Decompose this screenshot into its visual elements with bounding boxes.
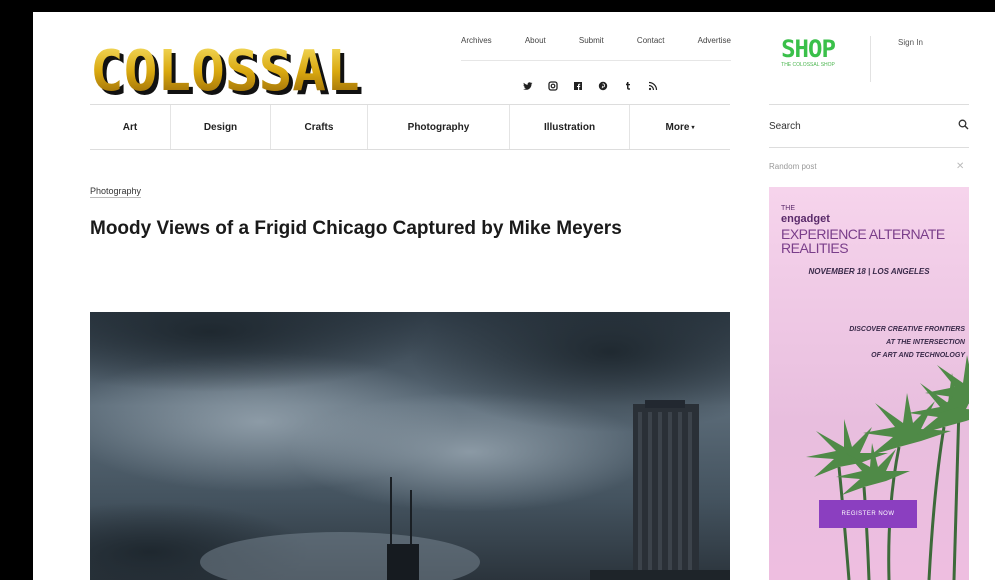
register-now-button[interactable]: REGISTER NOW — [819, 500, 917, 528]
header-divider — [870, 36, 871, 82]
category-illustration[interactable]: Illustration — [509, 105, 629, 149]
facebook-icon[interactable] — [573, 81, 583, 94]
top-nav-divider — [461, 60, 731, 61]
tumblr-icon[interactable] — [623, 81, 633, 94]
ad-body-line: OF ART AND TECHNOLOGY — [871, 352, 965, 359]
category-art[interactable]: Art — [90, 105, 170, 149]
logo-text: COLOSSAL — [90, 39, 360, 102]
category-label: Design — [203, 121, 238, 133]
category-photography[interactable]: Photography — [367, 105, 509, 149]
category-crafts[interactable]: Crafts — [270, 105, 367, 149]
top-nav-advertise[interactable]: Advertise — [698, 36, 731, 45]
search-input[interactable] — [769, 120, 929, 132]
instagram-icon[interactable] — [548, 81, 558, 94]
search-bar — [769, 104, 969, 148]
category-label: Crafts — [304, 121, 334, 133]
shop-subtitle: THE COLOSSAL SHOP — [781, 62, 835, 68]
article-hero-image — [90, 312, 730, 580]
sign-in-link[interactable]: Sign In — [898, 38, 923, 47]
shop-link[interactable]: SHOP THE COLOSSAL SHOP — [768, 36, 848, 69]
close-icon[interactable]: ✕ — [956, 161, 964, 172]
top-nav-about[interactable]: About — [525, 36, 546, 45]
ad-body: DISCOVER CREATIVE FRONTIERS AT THE INTER… — [769, 323, 965, 362]
ad-body-line: AT THE INTERSECTION — [886, 339, 965, 346]
social-links — [523, 81, 658, 94]
category-label: More — [665, 121, 690, 133]
top-nav-submit[interactable]: Submit — [579, 36, 604, 45]
article-title: Moody Views of a Frigid Chicago Captured… — [90, 218, 622, 239]
sidebar-ad-label: Random post — [769, 162, 817, 171]
ad-headline: EXPERIENCE ALTERNATE REALITIES — [781, 226, 945, 256]
twitter-icon[interactable] — [523, 81, 533, 94]
colossal-logo[interactable]: COLOSSAL COLOSSAL — [90, 38, 390, 102]
ad-brand: engadget — [781, 213, 830, 225]
top-nav-archives[interactable]: Archives — [461, 36, 492, 45]
sidebar-ad[interactable]: THE engadget EXPERIENCE ALTERNATE REALIT… — [769, 187, 969, 580]
top-nav-contact[interactable]: Contact — [637, 36, 665, 45]
shop-title: SHOP — [781, 35, 836, 63]
category-label: Illustration — [543, 121, 596, 133]
category-label: Photography — [407, 121, 470, 133]
category-label: Art — [122, 121, 138, 133]
article-category[interactable]: Photography — [90, 186, 142, 198]
pinterest-icon[interactable] — [598, 81, 608, 94]
category-nav: Art Design Crafts Photography Illustrati… — [90, 104, 730, 150]
ad-date: NOVEMBER 18 | LOS ANGELES — [808, 267, 930, 276]
search-icon[interactable] — [958, 119, 969, 133]
chevron-down-icon: ▾ — [691, 124, 695, 131]
top-nav: Archives About Submit Contact Advertise — [461, 36, 731, 45]
category-design[interactable]: Design — [170, 105, 270, 149]
ad-body-line: DISCOVER CREATIVE FRONTIERS — [849, 326, 965, 333]
category-more[interactable]: More ▾ — [629, 105, 730, 149]
page: COLOSSAL COLOSSAL Archives About Submit … — [33, 12, 995, 580]
ad-the: THE — [781, 205, 795, 212]
rss-icon[interactable] — [648, 81, 658, 94]
